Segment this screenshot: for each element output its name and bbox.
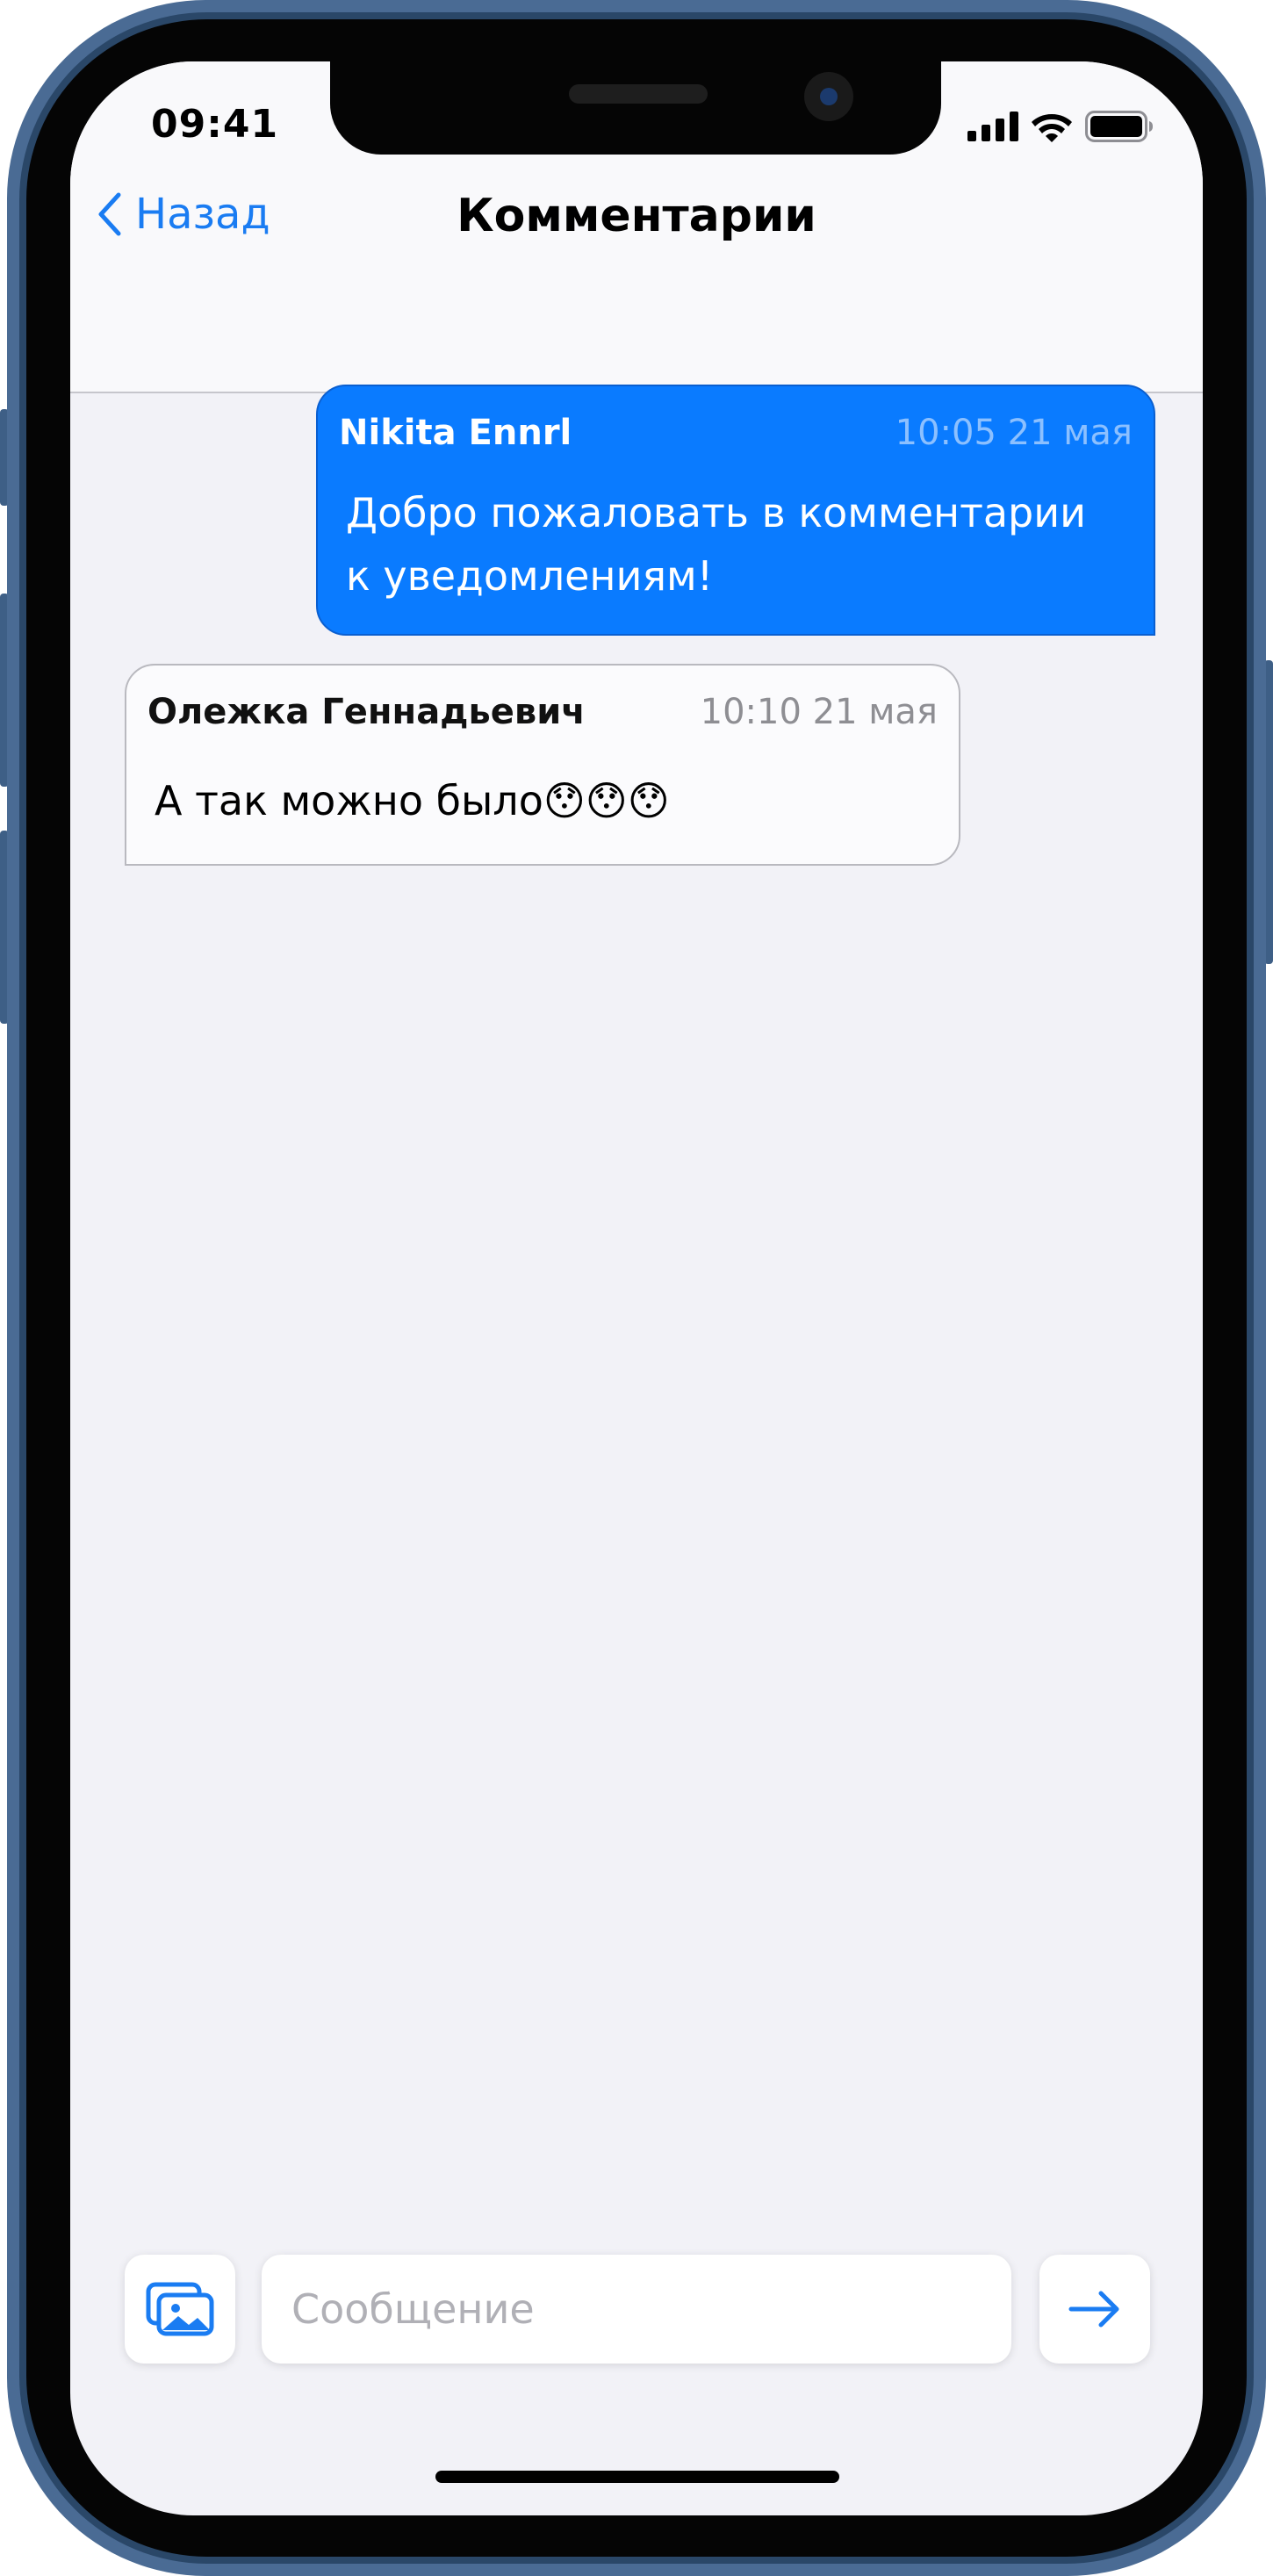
- page-title: Комментарии: [457, 190, 816, 242]
- message-input[interactable]: Сообщение: [262, 2255, 1011, 2364]
- status-time: 09:41: [151, 102, 279, 147]
- message-bubble-outgoing[interactable]: Nikita Ennrl 10:05 21 мая Добро пожалова…: [316, 385, 1155, 636]
- wifi-icon: [1032, 114, 1072, 142]
- arrow-right-icon: [1068, 2291, 1119, 2328]
- message-timestamp: 10:10 21 мая: [700, 692, 938, 732]
- cellular-signal-icon: [967, 112, 1018, 141]
- message-text: А так можно было😯😯😯: [155, 777, 670, 824]
- send-button[interactable]: [1039, 2255, 1150, 2364]
- message-author: Nikita Ennrl: [339, 413, 572, 453]
- front-camera: [804, 72, 853, 121]
- message-bubble-incoming[interactable]: Олежка Геннадьевич 10:10 21 мая А так мо…: [125, 664, 960, 866]
- notch: [330, 61, 941, 155]
- status-icons: [967, 111, 1154, 142]
- photo-gallery-icon: [146, 2282, 214, 2336]
- message-timestamp: 10:05 21 мая: [895, 413, 1133, 453]
- attach-photo-button[interactable]: [125, 2255, 235, 2364]
- navigation-bar: Назад Комментарии: [70, 158, 1203, 393]
- earpiece-speaker: [569, 84, 708, 104]
- app-screen: 09:41 Назад Комментарии Nikita Ennrl 10:…: [70, 61, 1203, 2515]
- message-author: Олежка Геннадьевич: [147, 692, 586, 732]
- home-indicator[interactable]: [435, 2471, 839, 2483]
- message-input-placeholder: Сообщение: [291, 2285, 535, 2333]
- message-text: Добро пожаловать в комментарии к уведомл…: [346, 489, 1087, 600]
- battery-icon: [1085, 111, 1153, 142]
